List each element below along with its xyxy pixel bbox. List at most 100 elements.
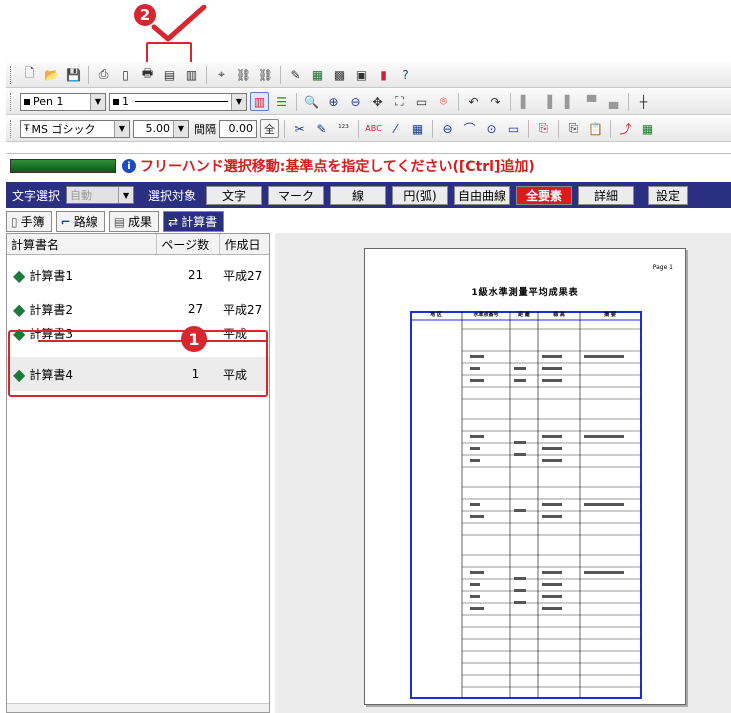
document-icon[interactable]: ▤ [160,65,179,84]
list-item-date: 平成27 [223,302,263,317]
redo-icon[interactable]: ↷ [486,92,505,111]
progress-bar [10,159,116,173]
table-header-remarks: 摘 要 [604,312,616,318]
copy-doc-icon[interactable]: ▥ [182,65,201,84]
export-icon[interactable]: ⤴ [616,119,635,138]
arc-icon[interactable]: ⌒ [460,119,479,138]
freecurve-target-button[interactable]: 自由曲線 [454,185,511,205]
list-item-date: 平成27 [223,268,263,283]
align-bottom-icon[interactable]: ▄ [604,92,623,111]
toolbar-grip[interactable] [10,65,14,84]
status-bar: i フリーハンド選択移動:基準点を指定してください([Ctrl]追加) [6,153,731,178]
align-center-icon[interactable]: ▐ [538,92,557,111]
pen-select[interactable]: Pen 1 ▼ [20,92,106,111]
text-target-button[interactable]: 文字 [206,185,263,205]
settings-button[interactable]: 設定 [648,185,689,205]
line-weight-select[interactable]: 1 ▼ [109,92,247,111]
edit-icon[interactable]: ✎ [286,65,305,84]
zoom-in-icon[interactable]: ⊕ [324,92,343,111]
print-preview-icon[interactable]: ⎙ [94,65,113,84]
info-icon: i [122,159,136,173]
callout-step-2-label: 2 [139,6,151,24]
undo-icon[interactable]: ↶ [464,92,483,111]
calc-sheet-icon: ⇄ [168,214,179,229]
line-target-button[interactable]: 線 [330,185,387,205]
help-icon[interactable]: ? [396,65,415,84]
pin-icon[interactable]: ⌾ [434,92,453,111]
numbering-icon[interactable]: ¹²³ [334,119,353,138]
align-right-icon[interactable]: ▌ [560,92,579,111]
abc-icon[interactable]: ABC [364,119,383,138]
tab-calc-sheet[interactable]: ⇄ 計算書 [163,211,225,232]
save-icon[interactable]: 💾 [64,65,83,84]
header-pages[interactable]: ページ数 [157,234,221,254]
toolbar-separator [284,119,285,138]
text-angle-icon[interactable]: ✎ [312,119,331,138]
horizontal-scrollbar[interactable] [7,703,269,712]
circle-icon[interactable]: ⊖ [438,119,457,138]
window-icon[interactable]: ▭ [412,92,431,111]
mark-target-button[interactable]: マーク [268,185,325,205]
toolbar-separator [528,119,529,138]
fit-icon[interactable]: ⛶ [390,92,409,111]
table-header-district: 地 区 [430,312,442,318]
table-icon[interactable]: ▦ [308,65,327,84]
list-header: 計算書名 ページ数 作成日 [7,234,269,255]
new-file-icon[interactable]: 🗋 [20,65,39,84]
list-item[interactable]: ◆ 計算書2 27 平成27 [7,292,269,326]
tab-field-book[interactable]: ▯ 手簿 [6,211,52,232]
grid-icon[interactable]: ▩ [330,65,349,84]
style-icon[interactable]: ⎘ [534,119,553,138]
tab-route[interactable]: ⌐ 路線 [55,211,105,232]
text-slant-icon[interactable]: ✂ [290,119,309,138]
toolbar-grip[interactable] [10,92,14,111]
rect-icon[interactable]: ▭ [504,119,523,138]
snap-icon[interactable]: ┼ [634,92,653,111]
header-name[interactable]: 計算書名 [7,234,158,254]
route-icon: ⌐ [60,214,71,229]
table-header-bm-number: 水準点番号 [473,312,499,318]
select-icon[interactable]: ⌖ [212,65,231,84]
tab-results[interactable]: ▤ 成果 [108,211,160,232]
all-button[interactable]: 全 [260,119,279,138]
copy-icon[interactable]: ⎘ [564,119,583,138]
unlink-icon[interactable]: ⛓ [256,65,275,84]
page-number-label: Page 1 [652,264,673,271]
zoom-out-icon[interactable]: ⊖ [346,92,365,111]
font-select[interactable]: Ŧ MS ゴシック ▼ [20,119,130,138]
zoom-icon[interactable]: 🔍 [302,92,321,111]
page-setup-icon[interactable]: ▯ [116,65,135,84]
toolbar-separator [510,92,511,111]
align-left-icon[interactable]: ▌ [516,92,535,111]
calc-sheet-icon: ◆ [13,265,26,285]
table-insert-icon[interactable]: ▦ [408,119,427,138]
header-date[interactable]: 作成日 [220,234,269,254]
table-header-row: 地 区 水準点番号 距 離 標 高 摘 要 [410,311,642,320]
font-size-select[interactable]: 5.00 ▼ [133,119,189,138]
header-pages-label: ページ数 [161,237,210,252]
toolbar-separator [458,92,459,111]
toolbar-grip[interactable] [10,119,14,138]
list-item[interactable]: ◆ 計算書1 21 平成27 [7,258,269,292]
hatch-icon[interactable]: ☰ [272,92,291,111]
toolbar-separator [628,92,629,111]
align-top-icon[interactable]: ▀ [582,92,601,111]
chart-icon[interactable]: ▮ [374,65,393,84]
text-target-label: 文字 [222,188,247,203]
color-icon[interactable]: ▥ [250,92,269,111]
all-elements-button[interactable]: 全要素 [516,185,573,205]
image-icon[interactable]: ▣ [352,65,371,84]
line-icon[interactable]: ⁄ [386,119,405,138]
link-icon[interactable]: ⛓ [234,65,253,84]
excel-icon[interactable]: ▦ [638,119,657,138]
list-item-pages: 21 [187,268,204,282]
arc-target-button[interactable]: 円(弧) [392,185,449,205]
auto-select[interactable]: 自動 ▼ [66,186,135,204]
ellipse-icon[interactable]: ⊙ [482,119,501,138]
print-icon[interactable]: 🖶 [138,65,157,84]
pan-icon[interactable]: ✥ [368,92,387,111]
paste-icon[interactable]: 📋 [586,119,605,138]
open-folder-icon[interactable]: 📂 [42,65,61,84]
detail-button[interactable]: 詳細 [578,185,635,205]
spacing-input[interactable]: 0.00 [219,119,257,138]
